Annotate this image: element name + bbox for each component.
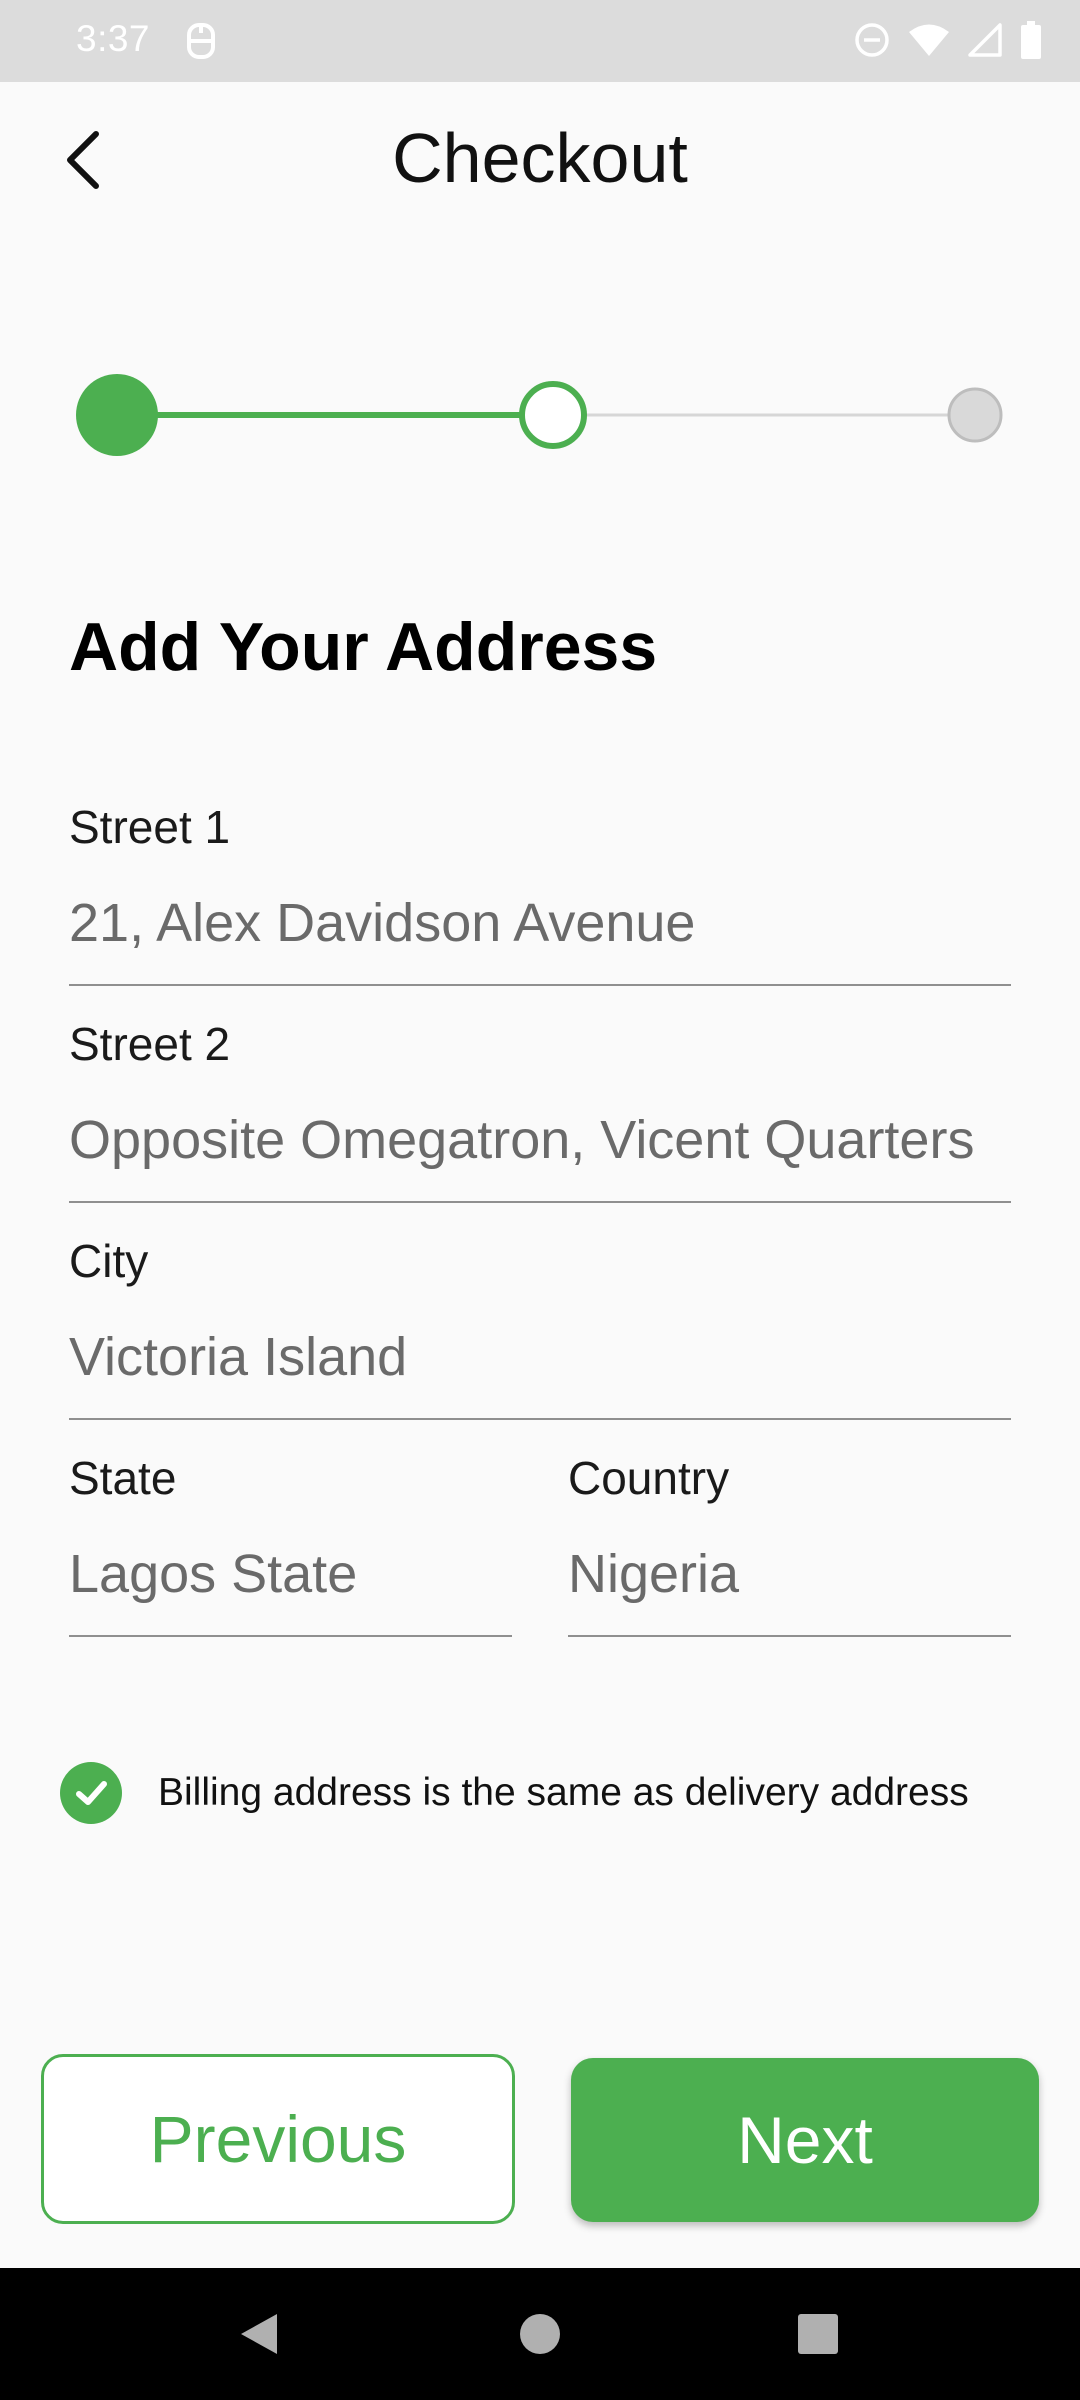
street1-underline: [69, 984, 1011, 986]
street1-field[interactable]: Street 1 21, Alex Davidson Avenue: [69, 800, 1011, 992]
battery-icon: [1020, 20, 1042, 64]
city-field[interactable]: City Victoria Island: [69, 1234, 1011, 1426]
back-nav-icon[interactable]: [227, 2302, 291, 2366]
billing-checkbox[interactable]: [60, 1762, 122, 1824]
next-button[interactable]: Next: [571, 2058, 1039, 2222]
street1-input[interactable]: 21, Alex Davidson Avenue: [69, 892, 695, 954]
street2-input[interactable]: Opposite Omegatron, Vicent Quarters: [69, 1109, 974, 1171]
street2-field[interactable]: Street 2 Opposite Omegatron, Vicent Quar…: [69, 1017, 1011, 1209]
billing-same-checkbox-row[interactable]: Billing address is the same as delivery …: [60, 1758, 969, 1828]
country-label: Country: [568, 1452, 730, 1504]
section-title: Add Your Address: [69, 609, 658, 685]
system-navigation-bar: [0, 2268, 1080, 2400]
billing-checkbox-label: Billing address is the same as delivery …: [158, 1771, 969, 1814]
previous-button[interactable]: Previous: [41, 2054, 515, 2224]
city-label: City: [69, 1235, 149, 1287]
city-input[interactable]: Victoria Island: [69, 1326, 407, 1388]
state-field[interactable]: State Lagos State: [69, 1451, 512, 1643]
street2-underline: [69, 1201, 1011, 1203]
country-field[interactable]: Country Nigeria: [568, 1451, 1011, 1643]
state-underline: [69, 1635, 512, 1637]
country-input[interactable]: Nigeria: [568, 1543, 739, 1605]
page-title: Checkout: [392, 119, 688, 197]
step-1-completed: [76, 374, 158, 456]
do-not-disturb-icon: [854, 22, 890, 63]
step-2-current: [519, 381, 587, 449]
checkout-stepper: [0, 360, 1080, 470]
street1-label: Street 1: [69, 801, 231, 853]
status-bar: 3:37: [0, 0, 1080, 82]
notification-icon: [184, 21, 218, 61]
status-icons: [854, 20, 1042, 64]
checkmark-icon: [76, 1781, 107, 1805]
state-label: State: [69, 1452, 177, 1504]
state-input[interactable]: Lagos State: [69, 1543, 357, 1605]
status-time: 3:37: [76, 18, 151, 59]
country-underline: [568, 1635, 1011, 1637]
city-underline: [69, 1418, 1011, 1420]
home-nav-icon[interactable]: [508, 2302, 572, 2366]
step-3-pending: [947, 387, 1003, 443]
signal-icon: [968, 22, 1002, 62]
recents-nav-icon[interactable]: [786, 2302, 850, 2366]
wifi-icon: [908, 23, 950, 62]
street2-label: Street 2: [69, 1018, 231, 1070]
